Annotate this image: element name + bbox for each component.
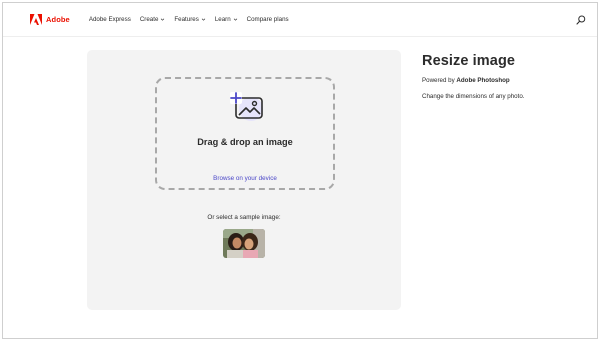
page-title: Resize image: [422, 53, 516, 69]
upload-panel: Drag & drop an image Browse on your devi…: [87, 50, 401, 310]
tool-description: Change the dimensions of any photo.: [422, 93, 525, 100]
nav-item-learn[interactable]: Learn: [215, 16, 238, 23]
nav-item-compare-plans[interactable]: Compare plans: [247, 16, 289, 23]
sample-image-thumbnail[interactable]: [223, 229, 265, 258]
nav-item-label: Features: [174, 16, 199, 23]
search-icon[interactable]: [576, 15, 586, 25]
chevron-down-icon: [201, 18, 206, 21]
powered-by-line: Powered by Adobe Photoshop: [422, 77, 592, 84]
add-image-icon: [230, 92, 263, 121]
sample-photo: [223, 229, 265, 258]
chevron-down-icon: [161, 18, 165, 21]
nav-item-label: Learn: [214, 16, 231, 23]
nav-item-label: Adobe Express: [88, 16, 131, 23]
powered-by-brand: Adobe Photoshop: [456, 77, 510, 84]
dropzone-title: Drag & drop an image: [197, 137, 293, 147]
top-navigation: Adobe Adobe Express Create Features Lear…: [3, 3, 597, 37]
powered-by-prefix: Powered by: [422, 77, 455, 84]
brand-name: Adobe: [46, 15, 70, 24]
adobe-logo-icon: [30, 14, 42, 25]
sample-image-label: Or select a sample image:: [207, 214, 281, 221]
nav-menu: Adobe Express Create Features Learn Comp…: [89, 16, 298, 23]
chevron-down-icon: [233, 18, 237, 21]
nav-item-adobe-express[interactable]: Adobe Express: [89, 16, 131, 23]
tool-info: Resize image Powered by Adobe Photoshop …: [422, 53, 592, 100]
nav-item-features[interactable]: Features: [174, 16, 206, 23]
adobe-logo[interactable]: Adobe: [30, 14, 70, 25]
browse-device-link[interactable]: Browse on your device: [157, 175, 333, 182]
image-dropzone[interactable]: Drag & drop an image Browse on your devi…: [155, 77, 335, 190]
nav-item-label: Create: [139, 16, 159, 23]
app-window: Adobe Adobe Express Create Features Lear…: [2, 2, 598, 339]
nav-item-create[interactable]: Create: [140, 16, 166, 23]
nav-item-label: Compare plans: [246, 16, 289, 23]
